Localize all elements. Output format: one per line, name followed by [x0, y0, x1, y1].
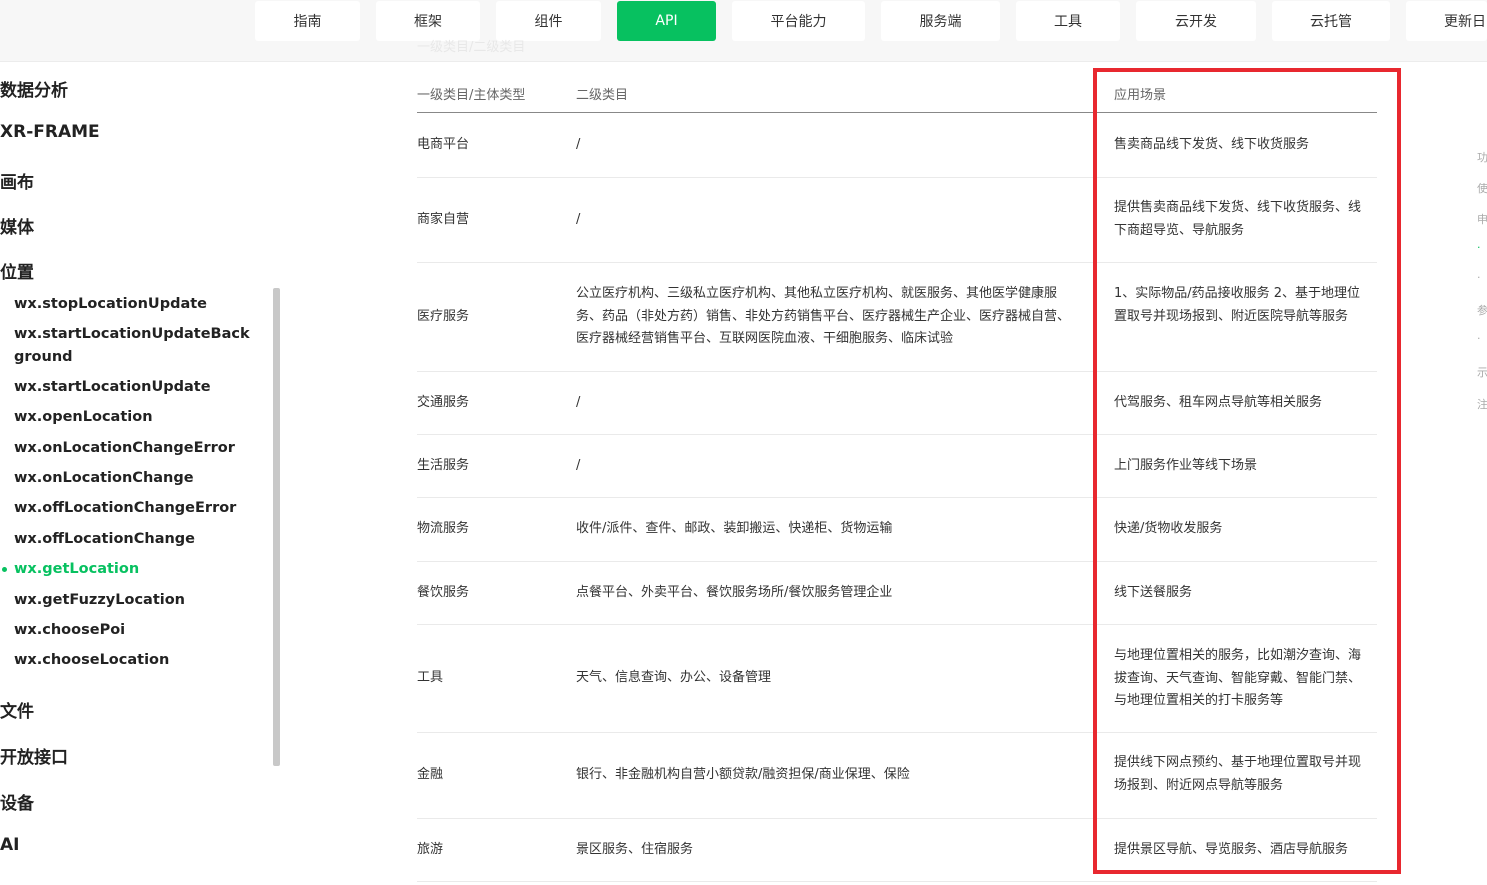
- row-divider: [417, 371, 1377, 372]
- tab-api[interactable]: API: [617, 1, 716, 41]
- tab-components[interactable]: 组件: [496, 1, 601, 41]
- tab-cloud-hosting[interactable]: 云托管: [1272, 1, 1390, 41]
- outline-item[interactable]: 功: [1477, 149, 1487, 165]
- cell-secondary: 天气、信息查询、办公、设备管理: [576, 670, 772, 685]
- sidebar-item-stop-location-update[interactable]: wx.stopLocationUpdate: [14, 293, 254, 316]
- row-divider: [417, 561, 1377, 562]
- tab-platform-capabilities[interactable]: 平台能力: [732, 1, 865, 41]
- outline-item[interactable]: 申: [1477, 211, 1487, 227]
- row-divider: [417, 881, 1377, 882]
- sidebar-item-get-location[interactable]: wx.getLocation: [14, 558, 254, 581]
- tab-framework[interactable]: 框架: [376, 1, 480, 41]
- sidebar-section-data-analysis[interactable]: 数据分析: [0, 76, 68, 101]
- sidebar-item-off-location-change[interactable]: wx.offLocationChange: [14, 528, 254, 551]
- cell-primary: 商家自营: [417, 212, 470, 227]
- tab-cloud-development[interactable]: 云开发: [1136, 1, 1256, 41]
- row-divider: [417, 434, 1377, 435]
- outline-item[interactable]: 使: [1477, 180, 1487, 196]
- cell-secondary: 点餐平台、外卖平台、餐饮服务场所/餐饮服务管理企业: [576, 585, 893, 600]
- sidebar-item-choose-location[interactable]: wx.chooseLocation: [14, 649, 254, 672]
- sidebar-item-start-location-update[interactable]: wx.startLocationUpdate: [14, 376, 254, 399]
- cell-secondary: /: [576, 137, 581, 152]
- cell-primary: 物流服务: [417, 521, 470, 536]
- cell-secondary: /: [576, 458, 581, 473]
- cell-secondary: 银行、非金融机构自营小额贷款/融资担保/商业保理、保险: [576, 767, 910, 782]
- outline-item[interactable]: ·: [1477, 271, 1481, 284]
- cell-scenario: 上门服务作业等线下场景: [1114, 458, 1258, 473]
- cell-secondary: /: [576, 395, 581, 410]
- row-divider: [417, 732, 1377, 733]
- cell-scenario: 提供售卖商品线下发货、线下收货服务、线下商超导览、导航服务: [1114, 200, 1362, 238]
- outline-item[interactable]: 参: [1477, 302, 1487, 318]
- cell-secondary: /: [576, 212, 581, 227]
- sidebar-item-start-location-update-background[interactable]: wx.startLocationUpdateBackground: [14, 323, 254, 369]
- sidebar-section-xr-frame[interactable]: XR-FRAME: [0, 122, 100, 142]
- cell-primary: 旅游: [417, 842, 444, 857]
- cell-primary: 电商平台: [417, 137, 470, 152]
- tab-server[interactable]: 服务端: [881, 1, 1000, 41]
- sidebar-section-media[interactable]: 媒体: [0, 213, 34, 238]
- cell-secondary: 公立医疗机构、三级私立医疗机构、其他私立医疗机构、就医服务、其他医学健康服务、药…: [576, 286, 1071, 346]
- row-divider: [417, 624, 1377, 625]
- tab-changelog[interactable]: 更新日: [1406, 1, 1487, 41]
- faint-breadcrumb: 一级类目/二级类目: [417, 40, 526, 55]
- cell-scenario: 线下送餐服务: [1114, 585, 1193, 600]
- cell-secondary: 收件/派件、查件、邮政、装卸搬运、快递柜、货物运输: [576, 521, 893, 536]
- cell-scenario: 1、实际物品/药品接收服务 2、基于地理位置取号并现场报到、附近医院导航等服务: [1114, 286, 1361, 324]
- active-indicator-dot: [2, 567, 7, 572]
- sidebar-section-device[interactable]: 设备: [0, 789, 34, 814]
- sidebar-item-on-location-change-error[interactable]: wx.onLocationChangeError: [14, 437, 254, 460]
- sidebar-item-get-fuzzy-location[interactable]: wx.getFuzzyLocation: [14, 589, 254, 612]
- cell-scenario: 提供景区导航、导览服务、酒店导航服务: [1114, 842, 1349, 857]
- sidebar-section-canvas[interactable]: 画布: [0, 168, 34, 193]
- header-secondary-category: 二级类目: [576, 88, 629, 103]
- cell-primary: 生活服务: [417, 458, 470, 473]
- cell-scenario: 代驾服务、租车网点导航等相关服务: [1114, 395, 1323, 410]
- sidebar-item-open-location[interactable]: wx.openLocation: [14, 406, 254, 429]
- cell-scenario: 与地理位置相关的服务，比如潮汐查询、海拔查询、天气查询、智能穿戴、智能门禁、与地…: [1114, 648, 1362, 708]
- outline-item[interactable]: 示: [1477, 364, 1487, 380]
- sidebar-scrollbar[interactable]: [273, 288, 280, 766]
- row-divider: [417, 262, 1377, 263]
- cell-primary: 工具: [417, 670, 444, 685]
- row-divider: [417, 818, 1377, 819]
- cell-primary: 金融: [417, 767, 444, 782]
- row-divider: [417, 497, 1377, 498]
- top-nav: 指南 框架 组件 API 平台能力 服务端 工具 云开发 云托管 更新日: [0, 0, 1487, 62]
- cell-secondary: 景区服务、住宿服务: [576, 842, 694, 857]
- outline-item[interactable]: 注: [1477, 396, 1487, 412]
- header-primary-category: 一级类目/主体类型: [417, 88, 526, 103]
- cell-scenario: 售卖商品线下发货、线下收货服务: [1114, 137, 1310, 152]
- row-divider: [417, 177, 1377, 178]
- tab-guide[interactable]: 指南: [255, 1, 360, 41]
- outline-item[interactable]: ·: [1477, 332, 1481, 345]
- cell-scenario: 快递/货物收发服务: [1114, 521, 1223, 536]
- outline-item[interactable]: ·: [1477, 241, 1481, 254]
- header-divider: [417, 112, 1377, 113]
- cell-primary: 医疗服务: [417, 309, 470, 324]
- sidebar-section-open-interface[interactable]: 开放接口: [0, 743, 68, 768]
- sidebar-section-ai[interactable]: AI: [0, 835, 19, 855]
- sidebar-item-off-location-change-error[interactable]: wx.offLocationChangeError: [14, 497, 254, 520]
- cell-primary: 餐饮服务: [417, 585, 470, 600]
- sidebar-item-on-location-change[interactable]: wx.onLocationChange: [14, 467, 254, 490]
- header-scenario: 应用场景: [1114, 88, 1167, 103]
- cell-primary: 交通服务: [417, 395, 470, 410]
- sidebar-item-choose-poi[interactable]: wx.choosePoi: [14, 619, 254, 642]
- tab-tools[interactable]: 工具: [1016, 1, 1120, 41]
- sidebar-section-file[interactable]: 文件: [0, 697, 34, 722]
- cell-scenario: 提供线下网点预约、基于地理位置取号并现场报到、附近网点导航等服务: [1114, 755, 1362, 793]
- sidebar-section-location[interactable]: 位置: [0, 258, 34, 283]
